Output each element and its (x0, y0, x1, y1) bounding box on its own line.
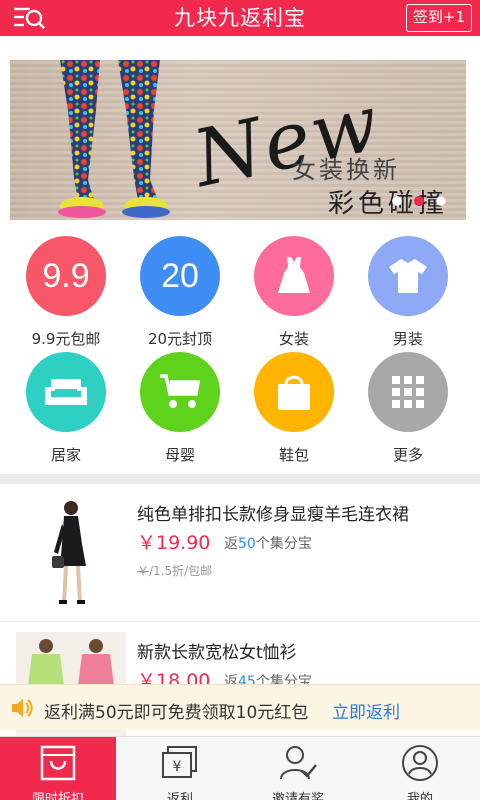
banner-model-legs-image (58, 60, 170, 218)
category-shoes-bags[interactable]: 鞋包 (244, 352, 344, 467)
product-name: 纯色单排扣长款修身显瘦羊毛连衣裙 (137, 505, 409, 525)
category-20-cap[interactable]: 20 20元封顶 (130, 236, 230, 351)
category-9-9-free-shipping[interactable]: 9.9 9.9元包邮 (16, 236, 116, 351)
category-mens[interactable]: 男装 (358, 236, 458, 351)
bottom-nav: 限时折扣 ¥ 返利 邀请有奖 我的 (0, 736, 480, 800)
category-label: 更多 (392, 446, 423, 464)
product-meta: ￥/1.5折/包邮 (137, 564, 213, 578)
product-name: 新款长款宽松女t恤衫 (137, 643, 297, 663)
category-label: 9.9元包邮 (31, 330, 101, 348)
sofa-icon (26, 352, 106, 432)
category-label: 母婴 (164, 446, 195, 464)
category-more[interactable]: 更多 (358, 352, 458, 467)
svg-text:¥: ¥ (173, 759, 182, 775)
tab-invite[interactable]: 邀请有奖 (240, 737, 356, 800)
tab-limited-discount[interactable]: 限时折扣 (0, 737, 116, 800)
pagination-dot[interactable] (392, 196, 402, 206)
product-rebate: 返50个集分宝 (224, 536, 312, 552)
category-label: 20元封顶 (147, 330, 213, 348)
tab-label: 我的 (406, 792, 433, 800)
category-label: 女装 (278, 330, 309, 348)
product-price: ￥19.90 (137, 532, 211, 554)
category-home[interactable]: 居家 (16, 352, 116, 467)
banner-pagination (392, 196, 472, 208)
tab-label: 返利 (166, 792, 193, 800)
shopping-bag-icon (40, 745, 76, 781)
category-mother-baby[interactable]: 母婴 (130, 352, 230, 467)
nine-nine-icon: 9.9 (26, 236, 106, 316)
notice-link[interactable]: 立即返利 (332, 698, 400, 723)
bag-icon (254, 352, 334, 432)
pagination-dot[interactable] (436, 196, 446, 206)
grid-icon (368, 352, 448, 432)
tab-label: 邀请有奖 (271, 792, 324, 800)
checkin-button[interactable]: 签到+1 (405, 4, 472, 32)
tab-rebate[interactable]: ¥ 返利 (122, 737, 238, 800)
category-label: 居家 (50, 446, 81, 464)
stroller-icon (140, 352, 220, 432)
tshirt-icon (368, 236, 448, 316)
invite-user-icon (280, 746, 317, 780)
notice-text: 返利满50元即可免费领取10元红包 (44, 703, 309, 723)
category-womens[interactable]: 女装 (244, 236, 344, 351)
twenty-icon: 20 (140, 236, 220, 316)
category-label: 鞋包 (278, 446, 309, 464)
menu-search-button[interactable] (12, 4, 48, 32)
yen-cards-icon: ¥ (162, 746, 197, 778)
banner-line-1: 女装换新 (292, 156, 400, 184)
tab-label: 限时折扣 (31, 792, 84, 800)
notice-bar[interactable]: 返利满50元即可免费领取10元红包 立即返利 (0, 684, 480, 730)
menu-search-icon (14, 7, 45, 29)
pagination-dot-active[interactable] (414, 196, 424, 206)
dress-icon (254, 236, 334, 316)
product-item[interactable]: 纯色单排扣长款修身显瘦羊毛连衣裙 ￥19.90 返50个集分宝 ￥/1.5折/包… (0, 484, 480, 622)
section-divider (0, 474, 480, 484)
profile-icon (402, 745, 438, 781)
category-label: 男装 (392, 330, 423, 348)
app-header: 九块九返利宝 签到+1 (0, 0, 480, 36)
tab-mine[interactable]: 我的 (362, 737, 478, 800)
product-image (16, 494, 126, 612)
speaker-icon (12, 699, 33, 717)
